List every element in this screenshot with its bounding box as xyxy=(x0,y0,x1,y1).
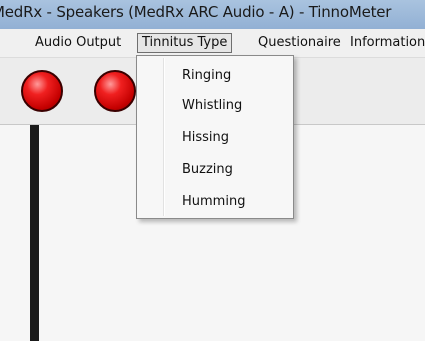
tinnitus-type-dropdown: Ringing Whistling Hissing Buzzing Hummin… xyxy=(136,55,294,219)
menu-item-humming[interactable]: Humming xyxy=(182,192,245,212)
menu-information[interactable]: Information xyxy=(346,34,425,52)
menu-icon-gutter xyxy=(163,58,165,216)
menubar: Audio Output Tinnitus Type Questionaire … xyxy=(0,29,425,58)
window-title: MedRx - Speakers (MedRx ARC Audio - A) -… xyxy=(0,3,392,21)
red-indicator-light[interactable] xyxy=(21,70,63,112)
menu-item-whistling[interactable]: Whistling xyxy=(182,96,242,116)
window-titlebar: MedRx - Speakers (MedRx ARC Audio - A) -… xyxy=(0,0,425,29)
left-panel-divider xyxy=(30,125,39,341)
menu-tinnitus-type[interactable]: Tinnitus Type xyxy=(137,33,233,53)
menu-item-buzzing[interactable]: Buzzing xyxy=(182,160,233,180)
menu-item-hissing[interactable]: Hissing xyxy=(182,128,229,148)
menu-questionaire[interactable]: Questionaire xyxy=(254,34,345,52)
menu-item-ringing[interactable]: Ringing xyxy=(182,66,231,86)
menu-audio-output[interactable]: Audio Output xyxy=(31,34,125,52)
red-indicator-light[interactable] xyxy=(94,70,136,112)
